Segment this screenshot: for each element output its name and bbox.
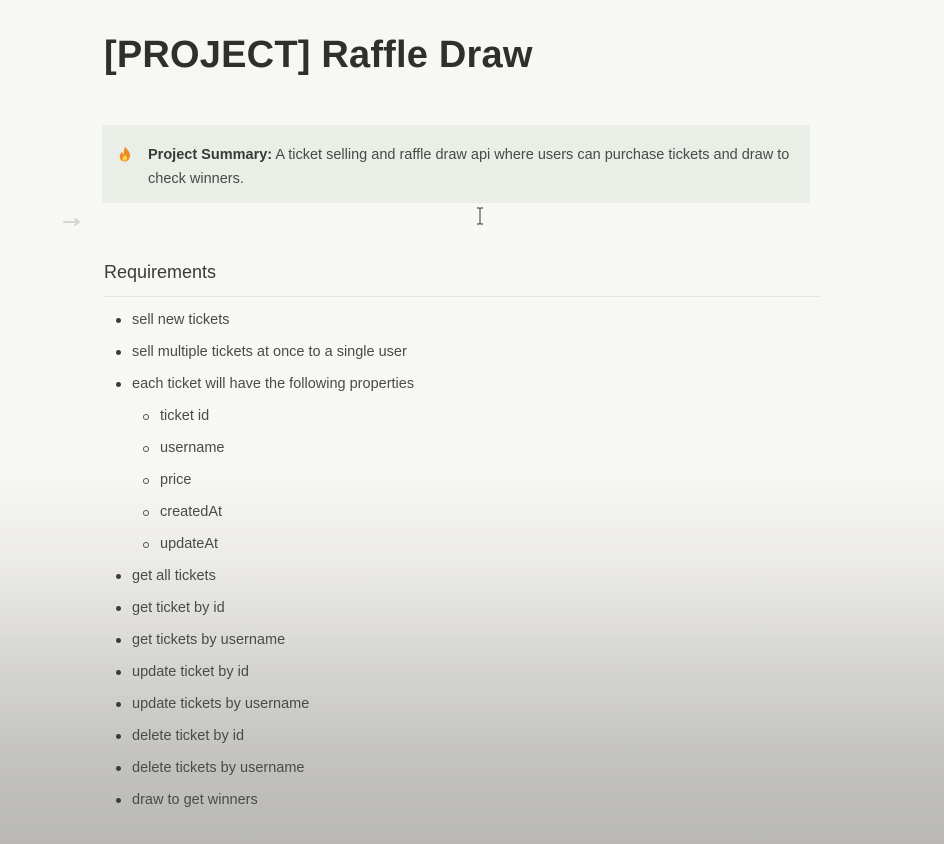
list-item-text: updateAt [160,536,219,552]
list-item-text: ticket id [160,408,210,424]
list-item-text: createdAt [160,504,223,520]
requirements-list: sell new tickets sell multiple tickets at… [0,308,414,820]
text-cursor-icon [477,207,483,225]
list-item-text: draw to get winners [132,792,258,808]
bullet-icon [116,318,121,323]
list-item[interactable]: update ticket by id [0,660,414,692]
bullet-icon [116,670,121,675]
project-summary-callout[interactable]: Project Summary: A ticket selling and ra… [102,125,810,203]
list-item[interactable]: delete ticket by id [0,724,414,756]
bullet-icon [116,734,121,739]
list-item-text: get tickets by username [132,632,286,648]
list-item-text: username [160,440,225,456]
page-title[interactable]: [PROJECT] Raffle Draw [104,34,533,77]
list-item-text: get all tickets [132,568,216,584]
sub-list-item[interactable]: updateAt [0,532,414,564]
requirements-heading[interactable]: Requirements [104,262,216,283]
hollow-bullet-icon [143,446,149,452]
list-item[interactable]: delete tickets by username [0,756,414,788]
bullet-icon [116,766,121,771]
sub-list-item[interactable]: createdAt [0,500,414,532]
bullet-icon [116,798,121,803]
callout-label: Project Summary: [148,147,273,163]
list-item[interactable]: sell new tickets [0,308,414,340]
bullet-icon [116,702,121,707]
list-item[interactable]: get all tickets [0,564,414,596]
list-item-text: delete ticket by id [132,728,245,744]
bullet-icon [116,350,121,355]
sub-list-item[interactable]: ticket id [0,404,414,436]
list-item-text: update tickets by username [132,696,310,712]
bullet-icon [116,638,121,643]
bullet-icon [116,574,121,579]
callout-text[interactable]: Project Summary: A ticket selling and ra… [148,143,796,191]
list-item[interactable]: draw to get winners [0,788,414,820]
sub-list-item[interactable]: price [0,468,414,500]
list-item[interactable]: sell multiple tickets at once to a singl… [0,340,414,372]
list-item-text: update ticket by id [132,664,249,680]
drag-handle-icon[interactable] [62,216,82,228]
list-item-text: get ticket by id [132,600,225,616]
list-item-text: sell new tickets [132,312,230,328]
heading-divider [104,296,820,297]
fire-icon [119,146,131,162]
hollow-bullet-icon [143,542,149,548]
bullet-icon [116,382,121,387]
bullet-icon [116,606,121,611]
sub-list-item[interactable]: username [0,436,414,468]
list-item[interactable]: each ticket will have the following prop… [0,372,414,404]
list-item-text: price [160,472,192,488]
list-item[interactable]: get tickets by username [0,628,414,660]
list-item-text: delete tickets by username [132,760,305,776]
hollow-bullet-icon [143,510,149,516]
list-item[interactable]: get ticket by id [0,596,414,628]
list-item-text: each ticket will have the following prop… [132,376,415,392]
hollow-bullet-icon [143,414,149,420]
list-item-text: sell multiple tickets at once to a singl… [132,344,407,360]
hollow-bullet-icon [143,478,149,484]
list-item[interactable]: update tickets by username [0,692,414,724]
